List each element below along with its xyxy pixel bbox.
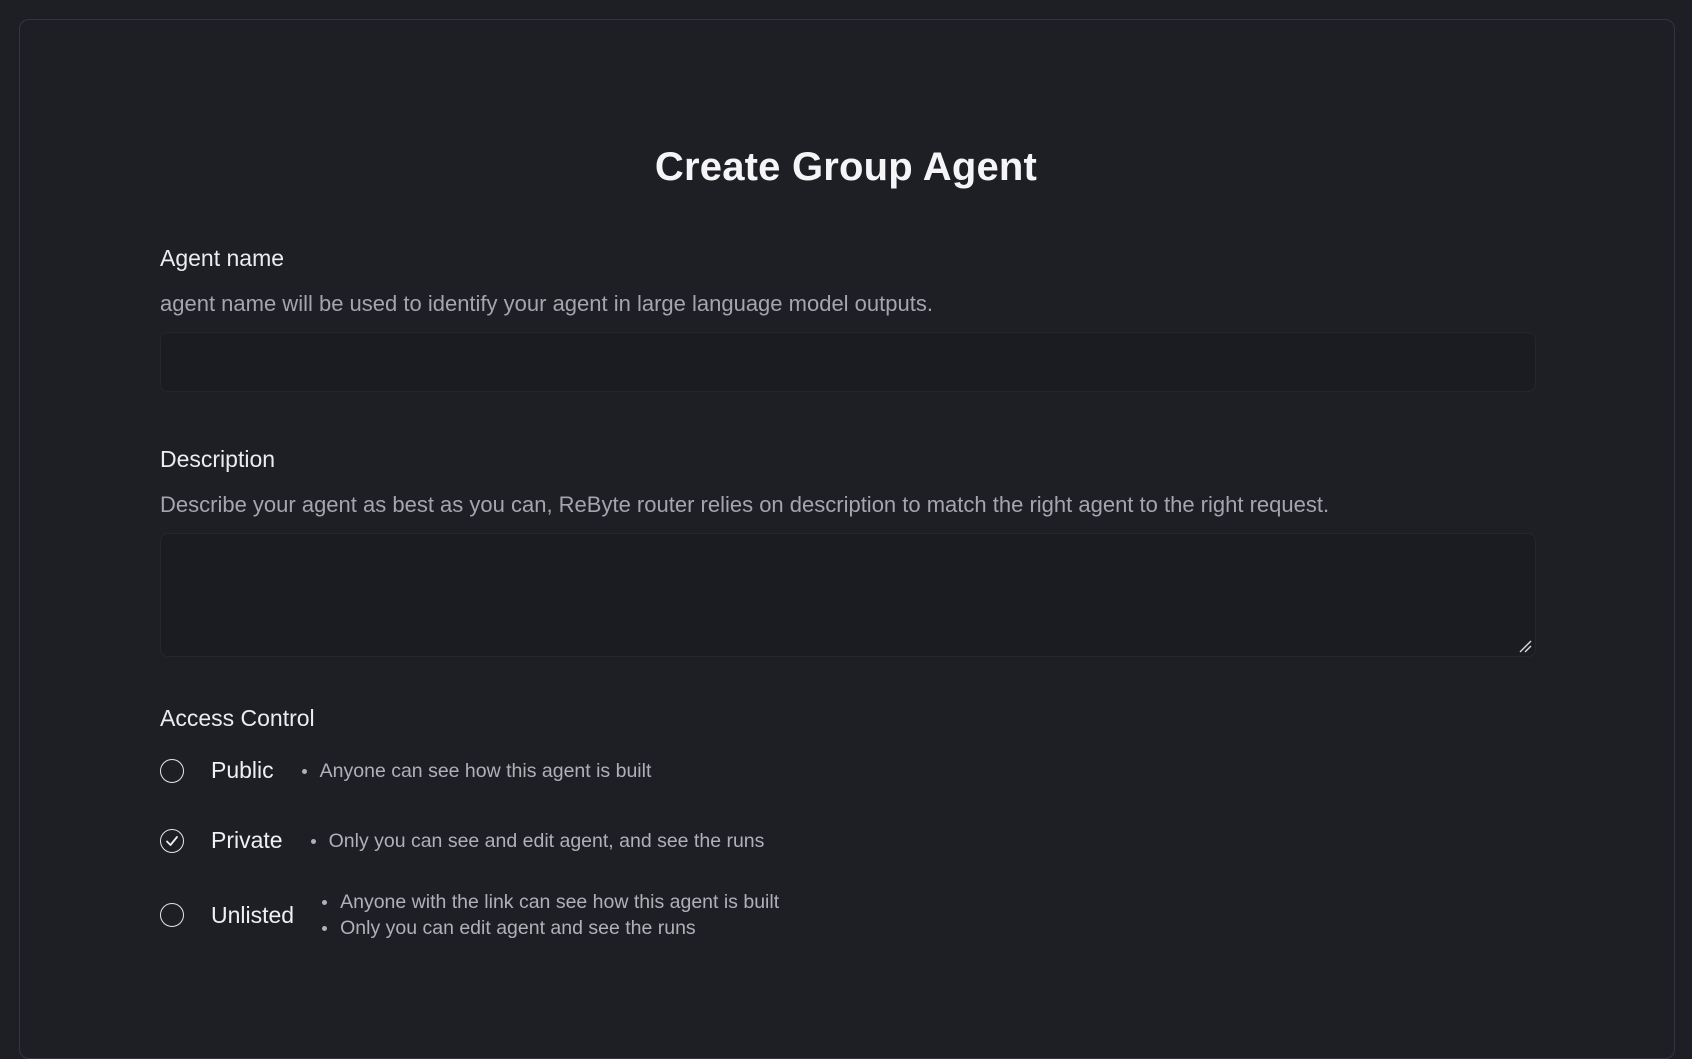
radio-label-unlisted: Unlisted — [211, 901, 295, 928]
description-help: Describe your agent as best as you can, … — [160, 492, 1330, 517]
public-notes: Anyone can see how this agent is built — [300, 758, 651, 784]
radio-label-private: Private — [211, 827, 283, 853]
access-option-unlisted[interactable]: Unlisted Anyone with the link can see ho… — [160, 889, 779, 941]
unlisted-note-1: Anyone with the link can see how this ag… — [320, 889, 779, 915]
radio-public[interactable] — [160, 758, 184, 783]
radio-label-public: Public — [211, 757, 274, 783]
radio-unlisted[interactable] — [160, 903, 184, 927]
access-option-private[interactable]: Private Only you can see and edit agent,… — [160, 827, 764, 854]
agent-name-help: agent name will be used to identify your… — [160, 291, 933, 316]
unlisted-notes: Anyone with the link can see how this ag… — [320, 889, 779, 941]
radio-private[interactable] — [160, 828, 184, 853]
public-note: Anyone can see how this agent is built — [300, 758, 651, 784]
page-title: Create Group Agent — [654, 145, 1038, 189]
description-label: Description — [160, 446, 276, 472]
private-notes: Only you can see and edit agent, and see… — [309, 828, 764, 854]
access-control-label: Access Control — [160, 705, 315, 731]
description-textarea[interactable] — [160, 533, 1536, 657]
checkmark-icon — [166, 835, 178, 846]
unlisted-note-2: Only you can edit agent and see the runs — [320, 915, 779, 941]
resize-handle-icon[interactable] — [1518, 639, 1532, 653]
private-note: Only you can see and edit agent, and see… — [309, 828, 764, 854]
access-option-public[interactable]: Public Anyone can see how this agent is … — [160, 757, 651, 784]
agent-name-label: Agent name — [160, 245, 285, 271]
agent-name-input[interactable] — [160, 332, 1536, 392]
